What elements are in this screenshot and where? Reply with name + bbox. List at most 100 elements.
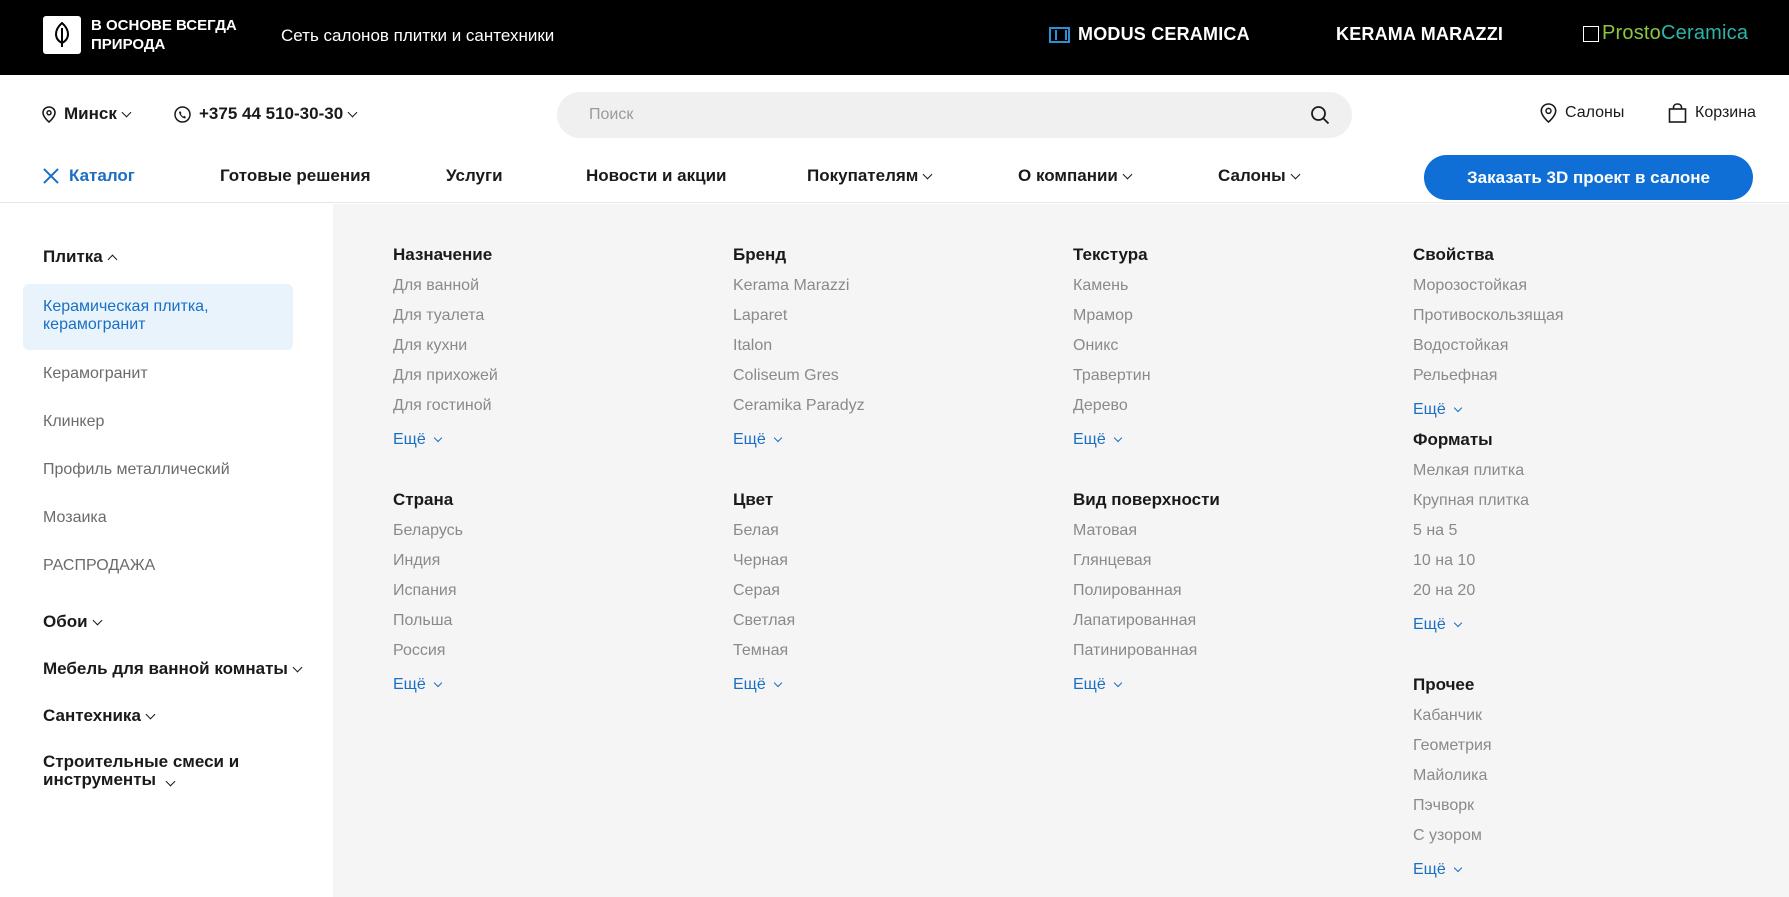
filter-link[interactable]: Испания bbox=[393, 580, 463, 610]
filter-link[interactable]: Серая bbox=[733, 580, 795, 610]
filter-link[interactable]: Ceramika Paradyz bbox=[733, 395, 865, 425]
show-more-label: Ещё bbox=[1413, 861, 1446, 878]
filter-link[interactable]: Для ванной bbox=[393, 275, 498, 305]
filter-link[interactable]: Кабанчик bbox=[1413, 705, 1492, 735]
filter-link[interactable]: 5 на 5 bbox=[1413, 520, 1529, 550]
filter-group-title: Страна bbox=[393, 490, 454, 509]
show-more-button[interactable]: Ещё bbox=[1413, 610, 1529, 640]
nav-news[interactable]: Новости и акции bbox=[586, 166, 727, 186]
filter-link[interactable]: Мелкая плитка bbox=[1413, 460, 1529, 490]
brand-modus-label: MODUS CERAMICA bbox=[1078, 24, 1250, 44]
filter-link[interactable]: Глянцевая bbox=[1073, 550, 1220, 580]
network-tagline: Сеть салонов плитки и сантехники bbox=[281, 26, 555, 45]
search-input[interactable] bbox=[589, 92, 1289, 138]
show-more-button[interactable]: Ещё bbox=[393, 425, 498, 455]
filter-link[interactable]: Для туалета bbox=[393, 305, 498, 335]
filter-link[interactable]: Травертин bbox=[1073, 365, 1151, 395]
filter-link[interactable]: Патинированная bbox=[1073, 640, 1220, 670]
show-more-label: Ещё bbox=[1413, 616, 1446, 633]
sidebar-item-label: Керамическая плитка, керамогранит bbox=[43, 298, 209, 333]
logo-text[interactable]: В ОСНОВЕ ВСЕГДА ПРИРОДА bbox=[91, 16, 251, 54]
sidebar-item-clinker[interactable]: Клинкер bbox=[43, 413, 104, 431]
filter-link[interactable]: Для гостиной bbox=[393, 395, 498, 425]
filter-link[interactable]: Дерево bbox=[1073, 395, 1151, 425]
chevron-down-icon bbox=[773, 433, 782, 443]
filter-group-brand: Бренд Kerama Marazzi Laparet Italon Coliseum… bbox=[733, 243, 865, 455]
filter-group-title: Цвет bbox=[733, 490, 774, 509]
nav-ready-solutions[interactable]: Готовые решения bbox=[220, 166, 371, 186]
salons-link[interactable]: Салоны bbox=[1540, 103, 1624, 123]
filter-link[interactable]: Камень bbox=[1073, 275, 1151, 305]
filter-link[interactable]: Крупная плитка bbox=[1413, 490, 1529, 520]
filter-link[interactable]: Kerama Marazzi bbox=[733, 275, 865, 305]
sidebar-category-label: Мебель для ванной комнаты bbox=[43, 659, 288, 678]
filter-group-title: Вид поверхности bbox=[1073, 490, 1220, 509]
filter-link[interactable]: Морозостойкая bbox=[1413, 275, 1564, 305]
sidebar-item-porcelain[interactable]: Керамогранит bbox=[43, 365, 148, 383]
city-selector[interactable]: Минск bbox=[42, 104, 132, 124]
filter-link[interactable]: Польша bbox=[393, 610, 463, 640]
filter-link[interactable]: Полированная bbox=[1073, 580, 1220, 610]
filter-link[interactable]: Лапатированная bbox=[1073, 610, 1220, 640]
filter-link[interactable]: Геометрия bbox=[1413, 735, 1492, 765]
logo-leaf-icon[interactable] bbox=[43, 16, 81, 54]
filter-link[interactable]: Для прихожей bbox=[393, 365, 498, 395]
sidebar-item-ceramic-tile-active[interactable]: Керамическая плитка, керамогранит bbox=[23, 284, 293, 350]
nav-about[interactable]: О компании bbox=[1018, 166, 1133, 186]
filter-link[interactable]: Индия bbox=[393, 550, 463, 580]
show-more-button[interactable]: Ещё bbox=[1413, 855, 1492, 885]
sidebar-item-metal-profile[interactable]: Профиль металлический bbox=[43, 461, 230, 479]
filter-link[interactable]: С узором bbox=[1413, 825, 1492, 855]
catalog-toggle[interactable]: Каталог bbox=[43, 166, 135, 186]
nav-about-label: О компании bbox=[1018, 166, 1118, 185]
filter-link[interactable]: Темная bbox=[733, 640, 795, 670]
filter-link[interactable]: Водостойкая bbox=[1413, 335, 1564, 365]
filter-link[interactable]: Беларусь bbox=[393, 520, 463, 550]
filter-link[interactable]: Italon bbox=[733, 335, 865, 365]
sidebar-category-tile[interactable]: Плитка bbox=[43, 247, 118, 267]
filter-group-title: Текстура bbox=[1073, 245, 1148, 264]
show-more-button[interactable]: Ещё bbox=[733, 425, 865, 455]
filter-link[interactable]: Пэчворк bbox=[1413, 795, 1492, 825]
filter-link[interactable]: Россия bbox=[393, 640, 463, 670]
chevron-down-icon bbox=[1113, 678, 1122, 688]
show-more-button[interactable]: Ещё bbox=[1073, 670, 1220, 700]
sidebar-item-mosaic[interactable]: Мозаика bbox=[43, 509, 107, 527]
cart-link[interactable]: Корзина bbox=[1668, 103, 1756, 123]
show-more-button[interactable]: Ещё bbox=[1073, 425, 1151, 455]
nav-customers[interactable]: Покупателям bbox=[807, 166, 933, 186]
filter-link[interactable]: Рельефная bbox=[1413, 365, 1564, 395]
sidebar-category-bathroom-furniture[interactable]: Мебель для ванной комнаты bbox=[43, 659, 303, 679]
filter-link[interactable]: Laparet bbox=[733, 305, 865, 335]
brand-prosto-link[interactable]: Prosto Ceramica bbox=[1583, 22, 1748, 45]
nav-salons[interactable]: Салоны bbox=[1218, 166, 1301, 186]
order-3d-project-button[interactable]: Заказать 3D проект в салоне bbox=[1424, 155, 1753, 200]
filter-link[interactable]: Оникс bbox=[1073, 335, 1151, 365]
filter-link[interactable]: Майолика bbox=[1413, 765, 1492, 795]
brand-modus-link[interactable]: MODUS CERAMICA bbox=[1049, 24, 1250, 45]
show-more-button[interactable]: Ещё bbox=[1413, 395, 1564, 425]
chevron-down-icon bbox=[433, 678, 442, 688]
filter-link[interactable]: Для кухни bbox=[393, 335, 498, 365]
filter-link[interactable]: Coliseum Gres bbox=[733, 365, 865, 395]
sidebar-category-building-mixes[interactable]: Строительные смеси и инструменты bbox=[43, 753, 303, 789]
phone-selector[interactable]: +375 44 510-30-30 bbox=[174, 104, 358, 124]
filter-link[interactable]: 20 на 20 bbox=[1413, 580, 1529, 610]
brand-kerama-link[interactable]: KERAMA MARAZZI bbox=[1336, 24, 1503, 45]
filter-group-properties: Свойства Морозостойкая Противоскользящая Во… bbox=[1413, 243, 1564, 425]
show-more-button[interactable]: Ещё bbox=[733, 670, 795, 700]
sidebar-category-plumbing[interactable]: Сантехника bbox=[43, 706, 156, 726]
nav-services[interactable]: Услуги bbox=[446, 166, 503, 186]
filter-link[interactable]: Противоскользящая bbox=[1413, 305, 1564, 335]
filter-link[interactable]: Матовая bbox=[1073, 520, 1220, 550]
sidebar-category-label: Строительные смеси и инструменты bbox=[43, 752, 240, 789]
filter-link[interactable]: Светлая bbox=[733, 610, 795, 640]
filter-link[interactable]: Черная bbox=[733, 550, 795, 580]
filter-link[interactable]: Мрамор bbox=[1073, 305, 1151, 335]
filter-link[interactable]: 10 на 10 bbox=[1413, 550, 1529, 580]
search-icon[interactable] bbox=[1310, 105, 1330, 125]
show-more-button[interactable]: Ещё bbox=[393, 670, 463, 700]
sidebar-category-wallpaper[interactable]: Обои bbox=[43, 612, 103, 632]
sidebar-item-sale[interactable]: РАСПРОДАЖА bbox=[43, 557, 155, 575]
filter-link[interactable]: Белая bbox=[733, 520, 795, 550]
